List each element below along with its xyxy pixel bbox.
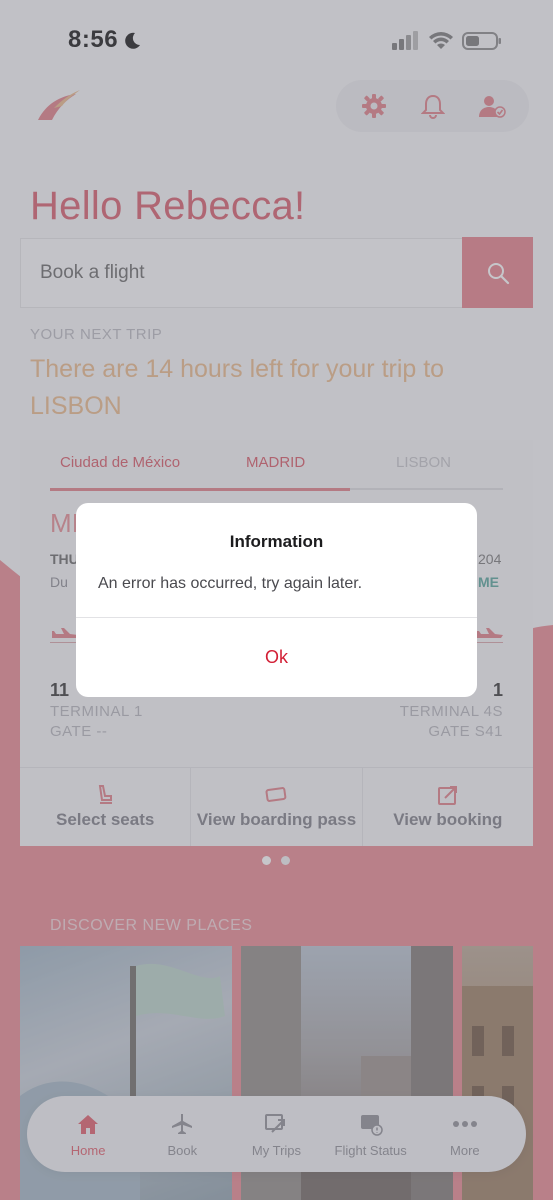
information-dialog: Information An error has occurred, try a… — [76, 503, 477, 697]
ok-button[interactable]: Ok — [76, 618, 477, 697]
dialog-message: An error has occurred, try again later. — [98, 575, 363, 592]
app-screen: 8:56 Hello Rebecca! Book a flight YOUR N… — [0, 0, 553, 1200]
dialog-title: Information — [229, 532, 324, 551]
